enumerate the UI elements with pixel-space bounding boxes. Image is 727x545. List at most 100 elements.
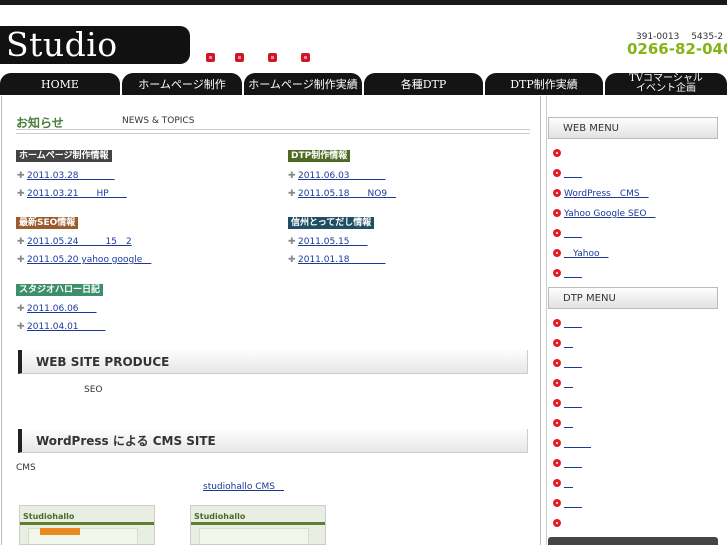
bullet-icon [553, 169, 561, 177]
web-menu-item[interactable] [553, 268, 582, 280]
news-link[interactable]: 2011.03.28 [27, 171, 115, 181]
thumbnail-body [199, 528, 309, 544]
news-item[interactable]: ✚ 2011.05.20 yahoo google [17, 254, 151, 266]
bullet-icon [553, 339, 561, 347]
dtp-menu-link[interactable] [564, 399, 582, 409]
thumbnail-brand: Studiohallo [23, 512, 75, 521]
bullet-icon [553, 379, 561, 387]
dtp-menu-link[interactable] [564, 379, 573, 389]
bullet-icon [553, 189, 561, 197]
news-link[interactable]: 2011.05.15 [298, 237, 368, 247]
news-item[interactable]: ✚ 2011.05.15 [288, 236, 368, 248]
dtp-menu-item[interactable] [553, 418, 573, 430]
plus-icon: ✚ [17, 322, 25, 332]
section-web-site-produce: WEB SITE PRODUCE [18, 350, 528, 374]
dtp-menu-link[interactable] [564, 439, 591, 449]
mini-icon[interactable] [268, 53, 277, 62]
nav-dtp[interactable]: 各種DTP [364, 73, 483, 95]
bullet-icon [553, 499, 561, 507]
news-item[interactable]: ✚ 2011.06.03 [288, 170, 386, 182]
nav-dtp-works[interactable]: DTP制作実績 [485, 73, 603, 95]
news-divider [16, 129, 530, 134]
dtp-menu-link[interactable] [564, 419, 573, 429]
news-item[interactable]: ✚ 2011.06.06 [17, 303, 97, 315]
web-menu-item[interactable]: Yahoo [553, 248, 609, 260]
web-menu-link[interactable] [564, 229, 582, 239]
news-item[interactable]: ✚ 2011.04.01 [17, 321, 106, 333]
top-bar [0, 0, 727, 5]
dtp-menu-item[interactable] [553, 338, 573, 350]
dtp-menu-link[interactable] [564, 459, 582, 469]
mini-icon[interactable] [235, 53, 244, 62]
nav-tv-event[interactable]: TVコマーシャル イベント企画 [605, 73, 727, 95]
news-link[interactable]: 2011.05.18 NO9 [298, 189, 396, 199]
bullet-icon [553, 319, 561, 327]
news-item[interactable]: ✚ 2011.03.28 [17, 170, 115, 182]
dtp-menu-link[interactable] [564, 339, 573, 349]
news-item[interactable]: ✚ 2011.05.24 15 2 [17, 236, 132, 248]
section-cms-text: CMS [16, 463, 36, 473]
section-web-text: SEO [84, 385, 103, 395]
web-menu-item[interactable]: Yahoo Google SEO [553, 208, 655, 220]
nav-home[interactable]: HOME [0, 73, 120, 95]
bullet-icon [553, 209, 561, 217]
thumbnail-badge [40, 528, 80, 535]
dtp-menu-item[interactable] [553, 498, 582, 510]
dtp-menu-link[interactable] [564, 319, 582, 329]
dtp-menu-item[interactable] [553, 458, 582, 470]
dtp-menu-link[interactable] [564, 359, 582, 369]
web-menu-link[interactable] [564, 169, 582, 179]
plus-icon: ✚ [288, 189, 296, 199]
global-nav: HOME ホームページ制作 ホームページ制作実績 各種DTP DTP制作実績 T… [0, 73, 727, 95]
news-link[interactable]: 2011.06.03 [298, 171, 386, 181]
news-link[interactable]: 2011.01.18 [298, 255, 386, 265]
web-menu-item[interactable] [553, 228, 582, 240]
mini-icon[interactable] [301, 53, 310, 62]
web-menu-item[interactable]: WordPress CMS [553, 188, 649, 200]
bullet-icon [553, 479, 561, 487]
category-diary: スタジオハロー日記 [16, 284, 104, 296]
dtp-menu-item[interactable] [553, 438, 591, 450]
bullet-icon [553, 519, 561, 527]
web-menu-item[interactable] [553, 168, 582, 180]
plus-icon: ✚ [17, 304, 25, 314]
dtp-menu-item[interactable] [553, 478, 573, 490]
site-logo[interactable]: Studio hallo [0, 26, 190, 102]
plus-icon: ✚ [288, 237, 296, 247]
category-dtp: DTP制作情報 [288, 150, 351, 162]
dtp-menu-link[interactable] [564, 499, 582, 509]
dtp-menu-item[interactable] [553, 398, 582, 410]
web-menu-link[interactable]: WordPress CMS [564, 189, 649, 199]
bullet-icon [553, 249, 561, 257]
contact-phone: 0266-82-0409 [627, 40, 727, 58]
news-item[interactable]: ✚ 2011.01.18 [288, 254, 386, 266]
category-homepage: ホームページ制作情報 [16, 150, 112, 162]
web-menu-link[interactable] [564, 269, 582, 279]
bullet-icon [553, 149, 561, 157]
web-menu-link[interactable]: Yahoo Google SEO [564, 209, 655, 219]
news-item[interactable]: ✚ 2011.05.18 NO9 [288, 188, 396, 200]
web-menu-link[interactable]: Yahoo [564, 249, 609, 259]
news-link[interactable]: 2011.03.21 HP [27, 189, 127, 199]
news-link[interactable]: 2011.05.24 15 2 [27, 237, 132, 247]
news-item[interactable]: ✚ 2011.03.21 HP [17, 188, 127, 200]
section-cms-site: WordPress による CMS SITE [18, 429, 528, 453]
site-thumbnail[interactable]: Studiohallo [19, 505, 155, 545]
dtp-menu-link[interactable] [564, 479, 573, 489]
plus-icon: ✚ [17, 255, 25, 265]
cms-link[interactable]: studiohallo CMS [203, 479, 284, 492]
news-link[interactable]: 2011.05.20 yahoo google [27, 255, 151, 265]
dtp-menu-item[interactable] [553, 378, 573, 390]
site-thumbnail[interactable]: Studiohallo [190, 505, 326, 545]
category-seo: 最新SEO情報 [16, 217, 79, 229]
mini-icon[interactable] [206, 53, 215, 62]
dtp-menu-item[interactable] [553, 358, 582, 370]
news-link[interactable]: 2011.04.01 [27, 322, 106, 332]
dtp-menu-item[interactable] [553, 518, 564, 530]
dtp-menu-item[interactable] [553, 318, 582, 330]
news-link[interactable]: 2011.06.06 [27, 304, 97, 314]
nav-homepage-works[interactable]: ホームページ制作実績 [244, 73, 362, 95]
nav-homepage-production[interactable]: ホームページ制作 [122, 73, 242, 95]
news-subtitle: NEWS & TOPICS [122, 116, 195, 126]
web-menu-item[interactable] [553, 148, 564, 160]
